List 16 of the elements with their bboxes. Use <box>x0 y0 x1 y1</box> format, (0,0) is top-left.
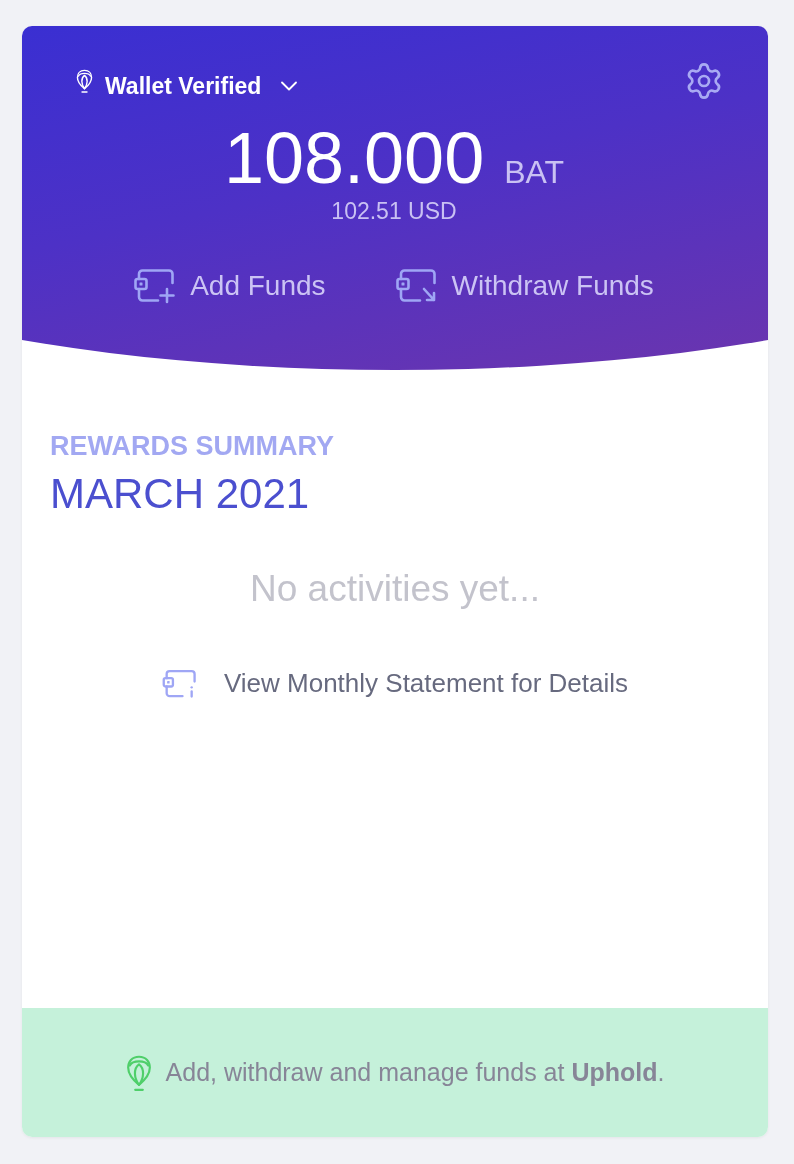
period-title: MARCH 2021 <box>50 470 311 517</box>
converted-balance: 102.51 USD <box>331 198 457 226</box>
footer-text: Add, withdraw and manage funds at Uphold. <box>165 1058 665 1087</box>
balance-amount: 108.000 <box>223 122 485 194</box>
balance-currency: BAT <box>504 154 565 191</box>
statement-link[interactable]: View Monthly Statement for Details <box>161 665 629 702</box>
balloon-icon <box>76 69 93 93</box>
balloon-icon <box>125 1053 152 1092</box>
section-heading: REWARDS SUMMARY <box>50 432 335 462</box>
empty-message: No activities yet... <box>250 568 540 610</box>
withdraw-funds-button[interactable]: Withdraw Funds <box>395 265 654 306</box>
wallet-plus-icon <box>134 267 177 304</box>
wallet-arrow-icon <box>395 267 438 304</box>
wallet-info-icon <box>161 668 198 699</box>
wallet-status-dropdown[interactable]: Wallet Verified <box>105 72 304 100</box>
add-funds-button[interactable]: Add Funds <box>134 265 326 306</box>
